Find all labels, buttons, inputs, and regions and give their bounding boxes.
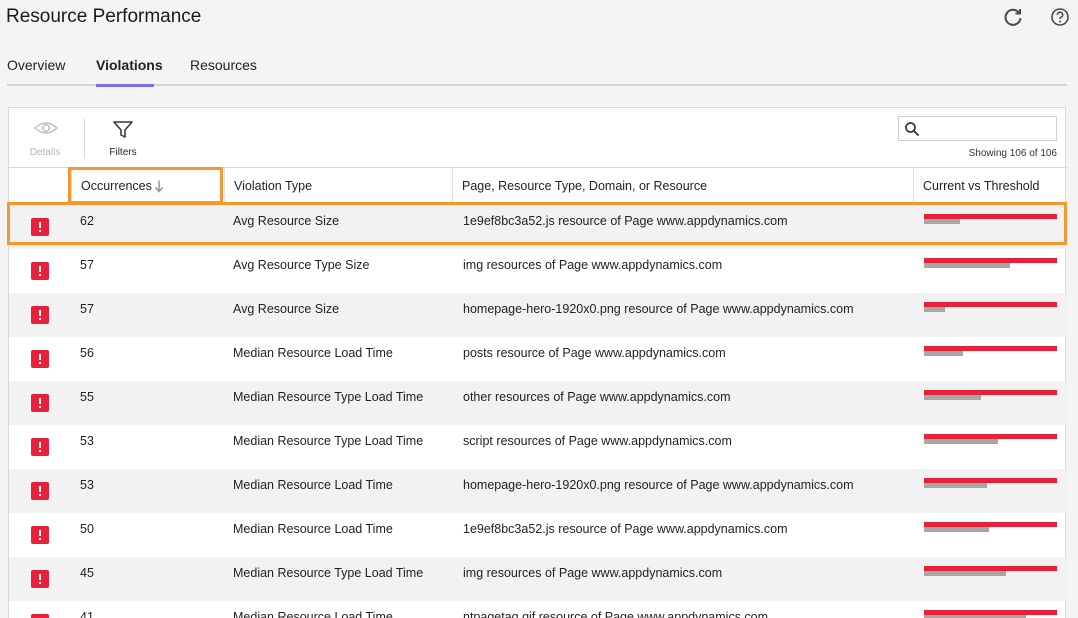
active-tab-indicator	[96, 84, 154, 87]
table-row[interactable]: 57 Avg Resource Type Size img resources of…	[9, 249, 1067, 293]
threshold-bar	[924, 571, 1006, 576]
tab-bar: Overview Violations Resources	[0, 52, 1078, 88]
occurrences-cell: 41	[80, 610, 94, 618]
filters-label: Filters	[109, 147, 137, 158]
threshold-bar	[924, 307, 945, 312]
table-header: Occurrences Violation Type Page, Resourc…	[9, 168, 1067, 204]
details-button[interactable]: Details	[20, 120, 70, 160]
result-count: Showing 106 of 106	[968, 148, 1057, 159]
occurrences-cell: 62	[80, 214, 94, 228]
violation-type-cell: Median Resource Load Time	[233, 346, 393, 360]
occurrences-cell: 56	[80, 346, 94, 360]
resource-cell: ntpagetag.gif resource of Page www.appdy…	[463, 610, 769, 618]
search-icon	[905, 122, 920, 137]
resource-cell: 1e9ef8bc3a52.js resource of Page www.app…	[463, 522, 788, 536]
occurrences-cell: 50	[80, 522, 94, 536]
violations-panel: Details Filters Showing 106 of 106 Occur…	[8, 107, 1067, 618]
occurrences-cell: 57	[80, 258, 94, 272]
threshold-bar	[924, 351, 963, 356]
search-input[interactable]	[923, 119, 1053, 138]
help-icon[interactable]	[1049, 6, 1071, 28]
alert-icon	[31, 262, 49, 280]
tabs-divider	[7, 84, 1067, 86]
column-occurrences[interactable]: Occurrences	[71, 168, 224, 204]
resource-cell: other resources of Page www.appdynamics.…	[463, 390, 731, 404]
resource-cell: img resources of Page www.appdynamics.co…	[463, 566, 723, 580]
violation-type-cell: Median Resource Load Time	[233, 478, 393, 492]
alert-icon	[31, 526, 49, 544]
arrow-down-icon	[154, 180, 164, 193]
table-row[interactable]: 57 Avg Resource Size homepage-hero-1920x0.…	[9, 293, 1067, 337]
table-row[interactable]: 62 Avg Resource Size 1e9ef8bc3a52.js resou…	[9, 205, 1067, 249]
refresh-icon[interactable]	[1002, 6, 1024, 28]
resource-cell: homepage-hero-1920x0.png resource of Pag…	[463, 302, 854, 316]
toolbar: Details Filters Showing 106 of 106	[9, 108, 1067, 168]
filters-button[interactable]: Filters	[98, 120, 148, 160]
occurrences-cell: 55	[80, 390, 94, 404]
alert-icon	[31, 482, 49, 500]
table-row[interactable]: 50 Median Resource Load Time 1e9ef8bc3a52.…	[9, 513, 1067, 557]
table-row[interactable]: 41 Median Resource Load Time ntpagetag.gif…	[9, 601, 1067, 618]
toolbar-divider	[84, 118, 85, 158]
page-title: Resource Performance	[6, 6, 202, 27]
violation-type-cell: Median Resource Type Load Time	[233, 566, 424, 580]
filter-icon	[113, 121, 133, 138]
threshold-bar	[924, 263, 1010, 268]
table-row[interactable]: 56 Median Resource Load Time posts resourc…	[9, 337, 1067, 381]
tab-violations[interactable]: Violations	[96, 57, 163, 73]
threshold-bar	[924, 483, 987, 488]
violation-type-cell: Avg Resource Size	[233, 214, 340, 228]
alert-icon	[31, 218, 49, 236]
violation-type-cell: Median Resource Type Load Time	[233, 434, 424, 448]
resource-cell: homepage-hero-1920x0.png resource of Pag…	[463, 478, 854, 492]
column-current-vs-threshold[interactable]: Current vs Threshold	[913, 168, 1067, 204]
tab-resources[interactable]: Resources	[190, 57, 257, 73]
alert-icon	[31, 570, 49, 588]
threshold-bar	[924, 219, 960, 224]
threshold-bar	[924, 395, 981, 400]
resource-cell: 1e9ef8bc3a52.js resource of Page www.app…	[463, 214, 788, 228]
column-label: Occurrences	[81, 179, 152, 193]
alert-icon	[31, 350, 49, 368]
table-row[interactable]: 53 Median Resource Type Load Time script r…	[9, 425, 1067, 469]
violation-type-cell: Avg Resource Size	[233, 302, 340, 316]
search-box[interactable]	[898, 116, 1057, 141]
threshold-bar	[924, 439, 998, 444]
alert-icon	[31, 394, 49, 412]
occurrences-cell: 57	[80, 302, 94, 316]
resource-cell: posts resource of Page www.appdynamics.c…	[463, 346, 726, 360]
table-row[interactable]: 53 Median Resource Load Time homepage-hero…	[9, 469, 1067, 513]
eye-icon	[34, 122, 58, 134]
occurrences-cell: 53	[80, 478, 94, 492]
details-label: Details	[29, 147, 61, 158]
threshold-bar	[924, 527, 989, 532]
resource-cell: img resources of Page www.appdynamics.co…	[463, 258, 723, 272]
column-violation-type[interactable]: Violation Type	[224, 168, 452, 204]
violation-type-cell: Median Resource Load Time	[233, 522, 393, 536]
alert-icon	[31, 306, 49, 324]
tab-overview[interactable]: Overview	[7, 57, 65, 73]
alert-icon	[31, 614, 49, 618]
column-resource[interactable]: Page, Resource Type, Domain, or Resource	[452, 168, 913, 204]
alert-icon	[31, 438, 49, 456]
page-header: Resource Performance	[0, 0, 1078, 40]
occurrences-cell: 45	[80, 566, 94, 580]
violation-type-cell: Median Resource Type Load Time	[233, 390, 424, 404]
violation-type-cell: Median Resource Load Time	[233, 610, 393, 618]
occurrences-cell: 53	[80, 434, 94, 448]
table-row[interactable]: 55 Median Resource Type Load Time other re…	[9, 381, 1067, 425]
table-row[interactable]: 45 Median Resource Type Load Time img reso…	[9, 557, 1067, 601]
resource-cell: script resources of Page www.appdynamics…	[463, 434, 732, 448]
violation-type-cell: Avg Resource Type Size	[233, 258, 370, 272]
